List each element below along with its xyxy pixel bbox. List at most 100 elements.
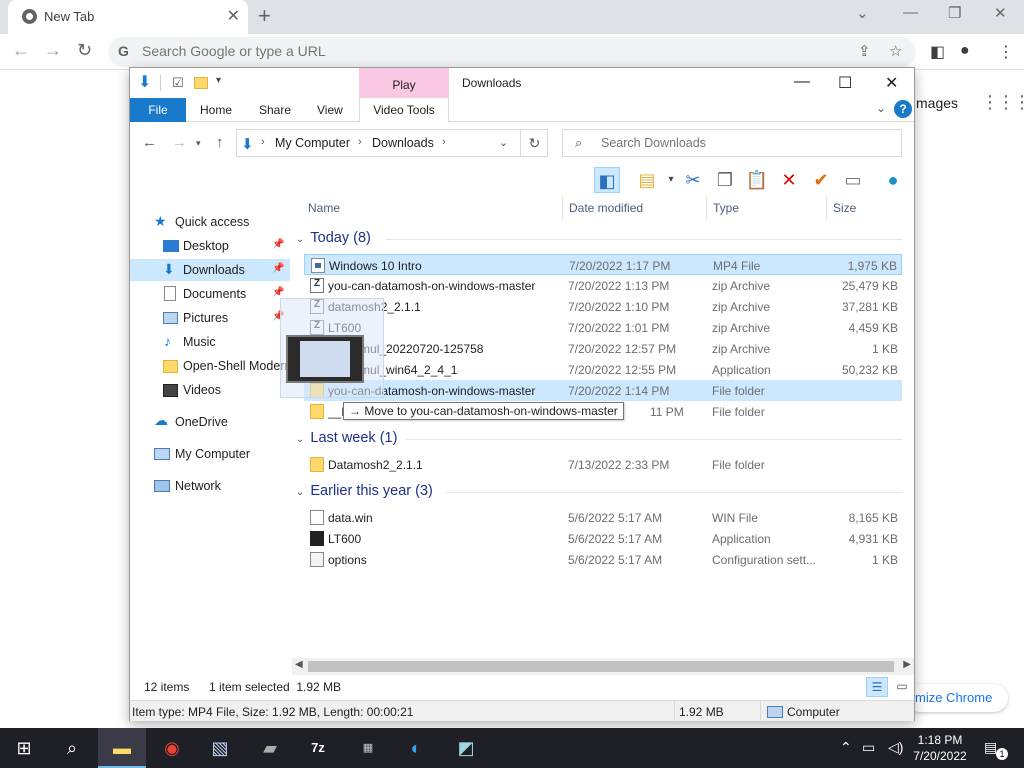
folder-options-icon[interactable]: ▤ xyxy=(634,167,660,193)
column-divider[interactable] xyxy=(706,196,707,220)
group-header-today[interactable]: ⌄ Today (8) xyxy=(296,230,371,246)
scroll-left-icon[interactable]: ◀ xyxy=(295,659,303,670)
minimize-button[interactable]: — xyxy=(903,4,918,21)
maximize-button[interactable]: ☐ xyxy=(838,73,852,93)
folder-row-drop-target[interactable]: you-can-datamosh-on-windows-master 7/20/… xyxy=(304,380,902,401)
chrome-tab-new-tab[interactable]: New Tab ✕ xyxy=(8,0,248,34)
side-panel-icon[interactable]: ◧ xyxy=(930,42,945,62)
edge-icon[interactable]: ◐ xyxy=(392,728,440,768)
column-divider[interactable] xyxy=(826,196,827,220)
profile-avatar-icon[interactable]: ● xyxy=(960,42,970,60)
omnibox[interactable]: G ⇪ ☆ xyxy=(108,37,916,67)
nav-documents[interactable]: Documents 📌 xyxy=(130,283,290,305)
file-row[interactable]: you-can-datamosh-on-windows-master 7/20/… xyxy=(304,275,902,296)
volume-icon[interactable]: ◁) xyxy=(888,739,903,756)
windows-start-icon[interactable]: ⊞ xyxy=(0,728,48,768)
app-icon[interactable]: ▰ xyxy=(246,728,294,768)
paste-icon[interactable]: 📋 xyxy=(744,167,770,193)
close-window-button[interactable]: ✕ xyxy=(994,4,1007,22)
nav-network[interactable]: Network xyxy=(130,475,290,497)
tab-file[interactable]: File xyxy=(130,98,186,122)
7zip-icon[interactable]: 7z xyxy=(294,728,342,768)
group-header-last-week[interactable]: ⌄ Last week (1) xyxy=(296,430,397,446)
address-bar[interactable]: ⬇ › My Computer › Downloads › ⌄ xyxy=(236,129,548,157)
file-row[interactable]: datamosh2_2.1.1 7/20/2022 1:10 PM zip Ar… xyxy=(304,296,902,317)
new-folder-icon[interactable] xyxy=(194,77,208,89)
play-context-tab[interactable]: Play xyxy=(359,68,449,98)
back-button[interactable]: ← xyxy=(142,134,157,151)
forward-button[interactable]: → xyxy=(172,134,187,151)
app-icon[interactable]: ◩ xyxy=(442,728,490,768)
chevron-right-icon[interactable]: › xyxy=(358,136,362,148)
file-row[interactable]: pockemul_win64_2_4_1 7/20/2022 12:55 PM … xyxy=(304,359,902,380)
checkmark-icon[interactable]: ✔ xyxy=(808,167,834,193)
column-header-size[interactable]: Size xyxy=(833,201,856,225)
column-header-name[interactable]: Name xyxy=(308,201,340,225)
clock[interactable]: 1:18 PM 7/20/2022 xyxy=(910,732,970,764)
search-box[interactable]: ⌕ xyxy=(562,129,902,157)
nav-my-computer[interactable]: My Computer xyxy=(130,443,290,465)
app-icon[interactable]: ▧ xyxy=(196,728,244,768)
group-header-earlier-this-year[interactable]: ⌄ Earlier this year (3) xyxy=(296,483,433,499)
file-row[interactable]: data.win 5/6/2022 5:17 AM WIN File 8,165… xyxy=(304,507,902,528)
up-button[interactable]: ↑ xyxy=(216,134,224,151)
tab-home[interactable]: Home xyxy=(200,103,232,117)
reload-button[interactable]: ↻ xyxy=(77,40,92,61)
minimize-button[interactable]: — xyxy=(794,73,810,91)
breadcrumb-downloads[interactable]: Downloads xyxy=(372,136,434,150)
chrome-icon[interactable]: ◉ xyxy=(148,728,196,768)
back-button[interactable]: ← xyxy=(12,40,30,61)
new-tab-button[interactable]: + xyxy=(258,3,271,29)
network-icon[interactable]: ▭ xyxy=(862,739,875,756)
file-row[interactable]: LT600 5/6/2022 5:17 AM Application 4,931… xyxy=(304,528,902,549)
tab-view[interactable]: View xyxy=(317,103,343,117)
column-header-type[interactable]: Type xyxy=(713,201,739,225)
bookmark-star-icon[interactable]: ☆ xyxy=(889,42,902,60)
copy-icon[interactable]: ❐ xyxy=(712,167,738,193)
nav-onedrive[interactable]: ☁ OneDrive xyxy=(130,411,290,433)
recent-locations-icon[interactable]: ▾ xyxy=(196,138,201,149)
folder-row[interactable]: Datamosh2_2.1.1 7/13/2022 2:33 PM File f… xyxy=(304,454,902,475)
nav-pictures[interactable]: Pictures 📌 xyxy=(130,307,290,329)
search-input[interactable] xyxy=(601,136,891,150)
nav-quick-access[interactable]: ★ Quick access xyxy=(130,211,290,233)
file-row[interactable]: LT600 7/20/2022 1:01 PM zip Archive 4,45… xyxy=(304,317,902,338)
refresh-button[interactable]: ↻ xyxy=(520,129,548,157)
pin-icon[interactable]: 📌 xyxy=(272,287,284,298)
customize-chrome-button[interactable]: mize Chrome xyxy=(905,684,1008,712)
chevron-right-icon[interactable]: › xyxy=(261,136,265,148)
google-apps-icon[interactable]: ⋮⋮⋮ xyxy=(981,92,1024,113)
breadcrumb-my-computer[interactable]: My Computer xyxy=(275,136,350,150)
tab-video-tools[interactable]: Video Tools xyxy=(359,98,449,122)
globe-icon[interactable]: ● xyxy=(880,167,906,193)
chevron-down-icon[interactable]: ⌄ xyxy=(856,4,869,22)
restore-button[interactable]: ❐ xyxy=(948,4,961,22)
file-explorer-icon[interactable]: ▬ xyxy=(98,728,146,768)
column-header-date[interactable]: Date modified xyxy=(569,201,643,225)
nav-music[interactable]: ♪ Music xyxy=(130,331,290,353)
help-icon[interactable]: ? xyxy=(894,100,912,118)
app-icon[interactable]: ▦ xyxy=(344,728,392,768)
customize-qat-icon[interactable]: ▾ xyxy=(216,75,221,86)
pin-icon[interactable]: 📌 xyxy=(272,263,284,274)
expand-ribbon-icon[interactable]: ⌄ xyxy=(876,101,886,115)
omnibox-input[interactable] xyxy=(142,43,782,59)
scrollbar-thumb[interactable] xyxy=(308,661,894,672)
properties-icon[interactable]: ☑ xyxy=(172,75,184,91)
nav-desktop[interactable]: Desktop 📌 xyxy=(130,235,290,257)
file-row[interactable]: options 5/6/2022 5:17 AM Configuration s… xyxy=(304,549,902,570)
search-icon[interactable]: ⌕ xyxy=(48,728,96,768)
chevron-up-icon[interactable]: ⌃ xyxy=(840,739,852,756)
tab-share[interactable]: Share xyxy=(259,103,291,117)
forward-button[interactable]: → xyxy=(44,40,62,61)
column-divider[interactable] xyxy=(562,196,563,220)
horizontal-scrollbar[interactable]: ◀ ▶ xyxy=(292,658,914,675)
rename-icon[interactable]: ▭ xyxy=(840,167,866,193)
nav-videos[interactable]: Videos xyxy=(130,379,290,401)
scroll-right-icon[interactable]: ▶ xyxy=(903,659,911,670)
share-icon[interactable]: ⇪ xyxy=(858,42,871,60)
address-dropdown-icon[interactable]: ⌄ xyxy=(499,136,508,149)
chevron-right-icon[interactable]: › xyxy=(442,136,446,148)
menu-kebab-icon[interactable]: ⋮ xyxy=(998,42,1014,62)
pin-icon[interactable]: 📌 xyxy=(272,239,284,250)
